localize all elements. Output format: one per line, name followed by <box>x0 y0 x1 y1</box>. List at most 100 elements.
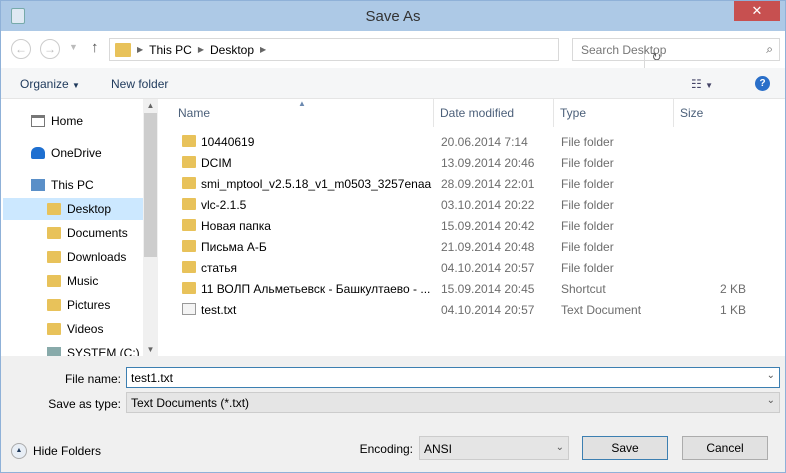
cancel-button[interactable]: Cancel <box>682 436 768 460</box>
nav-label: OneDrive <box>51 146 102 160</box>
folder-icon <box>182 219 196 231</box>
column-size[interactable]: Size <box>680 106 703 120</box>
computer-icon <box>31 179 45 191</box>
scrollbar-thumb[interactable] <box>144 113 157 257</box>
column-date-modified[interactable]: Date modified <box>440 106 514 120</box>
column-divider[interactable] <box>553 99 554 127</box>
folder-icon <box>47 251 61 263</box>
scroll-down-icon[interactable]: ▼ <box>143 345 158 354</box>
file-type: File folder <box>561 198 614 212</box>
file-date: 28.09.2014 22:01 <box>441 177 535 191</box>
file-date: 04.10.2014 20:57 <box>441 261 535 275</box>
file-name: smi_mptool_v2.5.18_v1_m0503_3257enaa <box>201 177 432 191</box>
file-type: File folder <box>561 156 614 170</box>
new-folder-button[interactable]: New folder <box>111 77 168 91</box>
nav-item-desktop[interactable]: Desktop <box>3 198 143 220</box>
forward-button[interactable]: → <box>40 39 60 59</box>
save-as-type-select[interactable]: Text Documents (*.txt) ⌄ <box>126 392 780 413</box>
chevron-right-icon: ▶ <box>260 45 267 54</box>
file-row[interactable]: статья 04.10.2014 20:57 File folder <box>173 257 773 278</box>
breadcrumb-desktop[interactable]: Desktop <box>210 43 254 57</box>
file-type: File folder <box>561 135 614 149</box>
column-divider[interactable] <box>673 99 674 127</box>
save-button[interactable]: Save <box>582 436 668 460</box>
nav-label: Desktop <box>67 202 112 216</box>
organize-button[interactable]: Organize ▼ <box>20 77 80 91</box>
view-options-button[interactable]: ☷ ▼ <box>691 77 713 91</box>
chevron-down-icon: ⌄ <box>766 395 775 406</box>
save-form: File name: test1.txt ⌄ Save as type: Text… <box>1 356 785 472</box>
encoding-select[interactable]: ANSI ⌄ <box>419 436 569 460</box>
nav-label: Home <box>51 114 84 128</box>
folder-icon <box>182 135 196 147</box>
nav-item-this-pc[interactable]: This PC <box>31 174 94 196</box>
title-bar: Save As ✕ <box>1 1 785 31</box>
recent-dropdown-icon[interactable]: ▼ <box>69 42 78 52</box>
scroll-up-icon[interactable]: ▲ <box>143 101 158 110</box>
column-name[interactable]: Name <box>178 106 210 120</box>
save-as-dialog: Save As ✕ ← → ▼ ↑ ▶ This PC ▶ Desktop ▶ … <box>0 0 786 473</box>
chevron-down-icon[interactable]: ⌄ <box>767 370 775 381</box>
address-bar[interactable]: ▶ This PC ▶ Desktop ▶ ↻ <box>109 38 662 69</box>
chevron-right-icon: ▶ <box>137 45 144 54</box>
file-row[interactable]: Письма А-Б 21.09.2014 20:48 File folder <box>173 236 773 257</box>
file-size: 2 KB <box>719 282 746 296</box>
file-name: DCIM <box>201 156 232 170</box>
file-row[interactable]: vlc-2.1.5 03.10.2014 20:22 File folder <box>173 194 773 215</box>
folder-icon <box>182 198 196 210</box>
file-date: 03.10.2014 20:22 <box>441 198 535 212</box>
nav-item-videos[interactable]: Videos <box>47 318 103 340</box>
folder-icon <box>47 203 61 215</box>
chevron-down-icon: ⌄ <box>555 442 564 453</box>
hide-folders-button[interactable]: ▲ Hide Folders <box>11 443 101 459</box>
file-name-label: File name: <box>64 372 121 386</box>
nav-item-home[interactable]: Home <box>31 110 83 132</box>
column-type[interactable]: Type <box>560 106 586 120</box>
breadcrumb-this-pc[interactable]: This PC <box>149 43 192 57</box>
encoding-value: ANSI <box>424 442 453 456</box>
navigation-pane: Home OneDrive This PC Desktop Documents … <box>1 99 158 356</box>
nav-item-downloads[interactable]: Downloads <box>47 246 126 268</box>
file-type: File folder <box>561 177 614 191</box>
encoding-label: Encoding: <box>359 442 413 456</box>
file-row[interactable]: test.txt 04.10.2014 20:57 Text Document … <box>173 299 773 320</box>
up-button[interactable]: ↑ <box>91 39 99 56</box>
nav-label: SYSTEM (C:) <box>67 346 140 356</box>
file-row[interactable]: DCIM 13.09.2014 20:46 File folder <box>173 152 773 173</box>
folder-icon <box>47 323 61 335</box>
file-name: test.txt <box>201 303 237 317</box>
nav-label: Pictures <box>67 298 111 312</box>
close-button[interactable]: ✕ <box>734 1 780 21</box>
file-date: 15.09.2014 20:42 <box>441 219 535 233</box>
text-file-icon <box>182 303 196 315</box>
file-date: 21.09.2014 20:48 <box>441 240 535 254</box>
file-type: Text Document <box>561 303 642 317</box>
file-type: File folder <box>561 261 614 275</box>
file-row[interactable]: Новая папка 15.09.2014 20:42 File folder <box>173 215 773 236</box>
address-row: ← → ▼ ↑ ▶ This PC ▶ Desktop ▶ ↻ Search D… <box>1 31 785 69</box>
help-icon[interactable]: ? <box>755 76 770 91</box>
nav-item-onedrive[interactable]: OneDrive <box>31 142 102 164</box>
file-type: Shortcut <box>561 282 606 296</box>
nav-item-system-c[interactable]: SYSTEM (C:) <box>47 342 140 356</box>
file-row[interactable]: 10440619 20.06.2014 7:14 File folder <box>173 131 773 152</box>
back-button[interactable]: ← <box>11 39 31 59</box>
file-row[interactable]: 11 ВОЛП Альметьевск - Башкултаево - ... … <box>173 278 773 299</box>
file-type: File folder <box>561 219 614 233</box>
file-date: 04.10.2014 20:57 <box>441 303 535 317</box>
shortcut-icon <box>182 282 196 294</box>
file-size: 1 KB <box>719 303 746 317</box>
search-input[interactable]: Search Desktop ⌕ <box>572 38 780 61</box>
nav-item-music[interactable]: Music <box>47 270 98 292</box>
nav-item-documents[interactable]: Documents <box>47 222 128 244</box>
file-row[interactable]: smi_mptool_v2.5.18_v1_m0503_3257enaa 28.… <box>173 173 773 194</box>
toolbar: Organize ▼ New folder ☷ ▼ ? <box>1 68 785 99</box>
file-name: 11 ВОЛП Альметьевск - Башкултаево - ... <box>201 282 431 296</box>
chevron-up-icon: ▲ <box>11 443 27 459</box>
folder-icon <box>182 177 196 189</box>
nav-item-pictures[interactable]: Pictures <box>47 294 110 316</box>
file-name-input[interactable]: test1.txt ⌄ <box>126 367 780 388</box>
column-divider[interactable] <box>433 99 434 127</box>
file-type: File folder <box>561 240 614 254</box>
folder-icon <box>182 240 196 252</box>
